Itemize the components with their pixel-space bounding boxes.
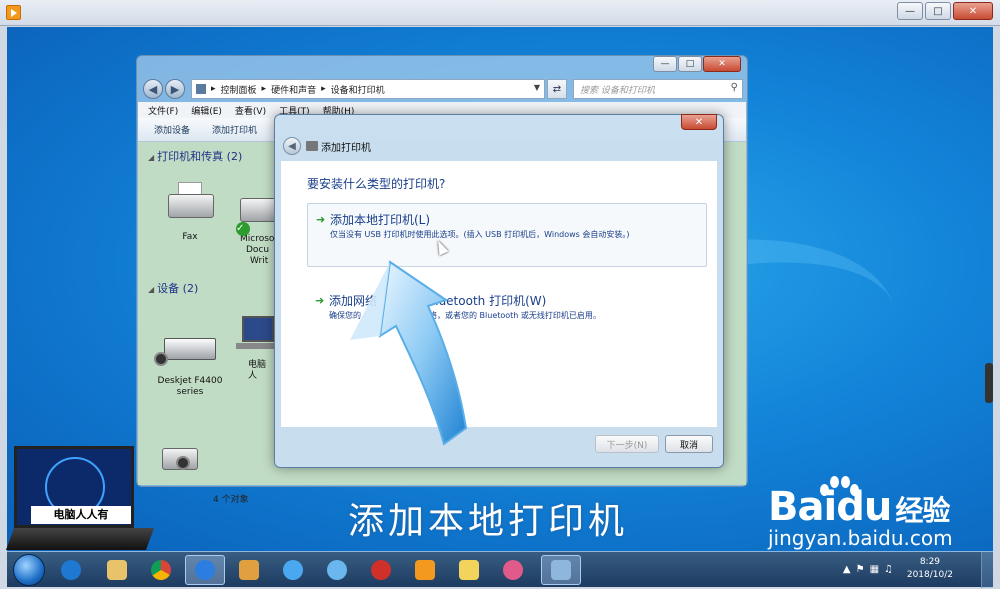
- option-network-title-b: Bluetooth 打印机(W): [427, 294, 547, 308]
- baidu-jingyan-logo: Baidu 经验 jingyan.baidu.com: [768, 476, 953, 550]
- explorer-window-controls: — □ ✕: [653, 56, 741, 72]
- player-app-icon: [6, 5, 21, 20]
- chrome-icon[interactable]: [141, 555, 181, 585]
- dialog-question: 要安装什么类型的打印机?: [307, 177, 446, 191]
- clock-date: 2018/10/2: [906, 570, 953, 580]
- folder-icon[interactable]: [449, 555, 489, 585]
- object-count: 4 个对象: [213, 495, 249, 505]
- breadcrumb-separator-icon: ▸: [321, 84, 326, 94]
- green-arrow-icon: ➜: [315, 294, 325, 307]
- dialog-back-button[interactable]: ◀: [283, 137, 301, 155]
- dialog-close-button[interactable]: ✕: [681, 114, 717, 130]
- ie-icon[interactable]: [51, 555, 91, 585]
- green-arrow-icon: ➜: [316, 213, 326, 226]
- show-desktop-button[interactable]: [981, 552, 993, 588]
- forward-button[interactable]: ▶: [165, 79, 185, 99]
- device-printer-camera[interactable]: [152, 438, 212, 488]
- add-local-printer-option[interactable]: ➜ 添加本地打印机(L) 仅当没有 USB 打印机时使用此选项。(插入 USB …: [307, 203, 707, 267]
- add-device-button[interactable]: 添加设备: [154, 123, 190, 136]
- dialog-footer: 下一步(N) 取消: [281, 431, 717, 461]
- menu-file[interactable]: 文件(F): [148, 104, 178, 117]
- maximize-button[interactable]: □: [925, 2, 951, 20]
- paw-icon: [816, 474, 859, 514]
- add-network-printer-option[interactable]: ➜ 添加网络 Bluetooth 打印机(W) 确保您的 络，或者您的 Blue…: [307, 285, 707, 349]
- next-button[interactable]: 下一步(N): [595, 435, 659, 453]
- control-panel-icon: [196, 84, 206, 94]
- search-placeholder: 搜索 设备和打印机: [580, 85, 655, 96]
- explorer-icon[interactable]: [97, 555, 137, 585]
- chevron-up-icon[interactable]: ▲: [843, 564, 851, 575]
- option-network-title-a: 添加网络: [329, 294, 378, 308]
- printer-icon: [306, 141, 318, 151]
- group-devices-header[interactable]: ◢ 设备 (2): [148, 280, 198, 296]
- media-icon[interactable]: [405, 555, 445, 585]
- tutorial-caption: 添加本地打印机: [348, 501, 629, 542]
- navigation-bar: ◀ ▶ ▸ 控制面板 ▸ 硬件和声音 ▸ 设备和打印机 ▼ ⇄ 搜索 设备和打印…: [143, 78, 743, 100]
- game-icon[interactable]: [361, 555, 401, 585]
- address-bar[interactable]: ▸ 控制面板 ▸ 硬件和声音 ▸ 设备和打印机 ▼: [191, 79, 545, 99]
- explorer-maximize-button[interactable]: □: [678, 56, 702, 72]
- baidu-jingyan: 经验: [895, 494, 950, 527]
- option-local-title: 添加本地打印机(L): [330, 213, 431, 227]
- explorer-minimize-button[interactable]: —: [653, 56, 677, 72]
- mask-icon[interactable]: [493, 555, 533, 585]
- minimize-button[interactable]: —: [897, 2, 923, 20]
- breadcrumb-separator-icon: ▸: [211, 84, 216, 94]
- watermark-label: 电脑人人有: [31, 506, 131, 524]
- add-printer-button[interactable]: 添加打印机: [212, 123, 257, 136]
- dialog-title: 添加打印机: [321, 143, 371, 154]
- group-printers-header[interactable]: ◢ 打印机和传真 (2): [148, 148, 242, 164]
- device-fax[interactable]: Fax: [150, 182, 230, 243]
- pinwheel-icon[interactable]: [317, 555, 357, 585]
- paint-icon[interactable]: [229, 555, 269, 585]
- dialog-body: 要安装什么类型的打印机? ➜ 添加本地打印机(L) 仅当没有 USB 打印机时使…: [281, 161, 717, 427]
- system-tray: ▲ ⚑ ▦ ♫: [843, 564, 893, 575]
- flag-icon[interactable]: ⚑: [856, 564, 865, 575]
- side-scroll-handle[interactable]: [985, 363, 993, 403]
- device-xps-writer[interactable]: ✓ Microso Docu Writ: [234, 192, 274, 267]
- breadcrumb-control-panel[interactable]: 控制面板: [221, 83, 257, 96]
- baidu-url: jingyan.baidu.com: [768, 526, 953, 550]
- option-local-description: 仅当没有 USB 打印机时使用此选项。(插入 USB 打印机后，Windows …: [330, 230, 630, 239]
- explorer-close-button[interactable]: ✕: [703, 56, 741, 72]
- breadcrumb-separator-icon: ▸: [261, 84, 267, 94]
- breadcrumb-devices-printers[interactable]: 设备和打印机: [331, 83, 385, 96]
- xps-printer-icon: ✓: [234, 192, 274, 236]
- network-icon[interactable]: ▦: [870, 564, 879, 575]
- add-printer-dialog: ✕ ◀ 添加打印机 要安装什么类型的打印机? ➜ 添加本地打印机(L) 仅当没有…: [274, 114, 724, 468]
- collapse-icon: ◢: [148, 285, 155, 294]
- app-icon[interactable]: [185, 555, 225, 585]
- option-network-description-b: 络，或者您的 Bluetooth 或无线打印机已启用。: [429, 311, 601, 320]
- menu-view[interactable]: 查看(V): [235, 104, 266, 117]
- refresh-button[interactable]: ⇄: [547, 79, 567, 99]
- menu-edit[interactable]: 编辑(E): [191, 104, 222, 117]
- device-deskjet-scanner[interactable]: Deskjet F4400 series: [150, 326, 230, 398]
- collapse-icon: ◢: [148, 153, 155, 162]
- default-check-icon: ✓: [236, 222, 250, 236]
- cloud-icon[interactable]: [273, 555, 313, 585]
- player-window-controls: — □ ✕: [897, 2, 993, 20]
- volume-icon[interactable]: ♫: [884, 564, 893, 575]
- player-titlebar: — □ ✕: [0, 0, 1000, 26]
- address-dropdown-icon[interactable]: ▼: [534, 83, 540, 92]
- start-button[interactable]: [13, 554, 45, 586]
- device-computer[interactable]: 电脑人: [234, 310, 274, 382]
- search-input[interactable]: 搜索 设备和打印机 ⚲: [573, 79, 743, 99]
- clock-time: 8:29: [919, 557, 941, 567]
- devices-window-taskbar-button[interactable]: [541, 555, 581, 585]
- fax-icon: [150, 182, 230, 228]
- laptop-icon: [234, 310, 274, 356]
- close-button[interactable]: ✕: [953, 2, 993, 20]
- watermark-laptop-logo: 电脑人人有: [5, 440, 155, 552]
- search-icon: ⚲: [730, 82, 738, 93]
- cancel-button[interactable]: 取消: [665, 435, 713, 453]
- scanner-icon: [150, 326, 230, 372]
- breadcrumb-hardware-sound[interactable]: 硬件和声音: [271, 83, 316, 96]
- clock[interactable]: 8:29 2018/10/2: [907, 556, 953, 582]
- option-network-description-a: 确保您的: [329, 311, 361, 320]
- printer-camera-icon: [152, 438, 212, 484]
- back-button[interactable]: ◀: [143, 79, 163, 99]
- taskbar: ▲ ⚑ ▦ ♫ 8:29 2018/10/2: [7, 551, 993, 588]
